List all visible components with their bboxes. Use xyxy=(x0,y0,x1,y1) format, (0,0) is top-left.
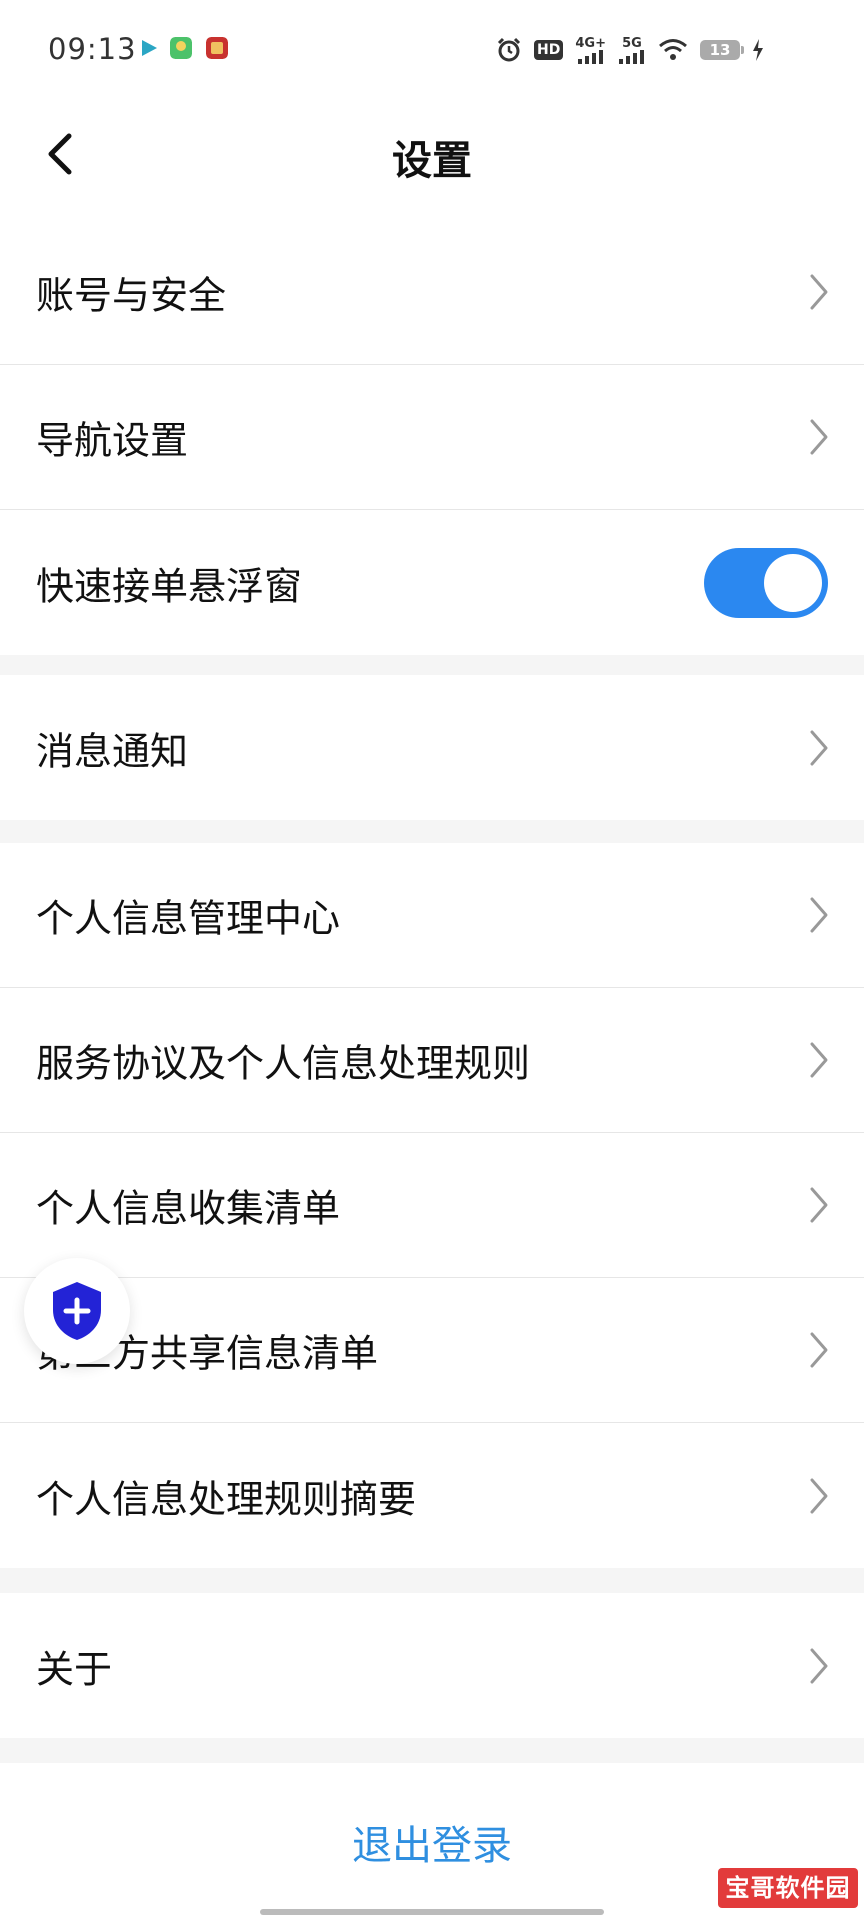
home-indicator[interactable] xyxy=(260,1909,604,1915)
sim1-signal: 4G+ xyxy=(575,37,606,64)
settings-row-navigation[interactable]: 导航设置 xyxy=(0,365,864,510)
row-label: 消息通知 xyxy=(36,729,189,773)
row-label: 个人信息处理规则摘要 xyxy=(36,1477,417,1521)
alarm-icon xyxy=(497,37,521,62)
status-time: 09:13 xyxy=(48,32,137,66)
settings-row-third-party-sharing[interactable]: 第三方共享信息清单 xyxy=(0,1278,864,1423)
wifi-icon xyxy=(659,39,687,60)
app-icon xyxy=(206,37,228,59)
chevron-right-icon xyxy=(810,419,828,455)
page-title: 设置 xyxy=(392,138,472,184)
row-label: 服务协议及个人信息处理规则 xyxy=(36,1041,531,1086)
settings-row-info-collection-list[interactable]: 个人信息收集清单 xyxy=(0,1133,864,1278)
shield-plus-icon xyxy=(53,1282,101,1340)
settings-group-privacy: 个人信息管理中心 服务协议及个人信息处理规则 个人信息收集清单 第三方共享信息清… xyxy=(0,843,864,1568)
sim2-signal: 5G xyxy=(618,37,646,64)
logout-button[interactable]: 退出登录 xyxy=(0,1813,864,1871)
sim2-network-label: 5G xyxy=(622,35,642,51)
settings-row-privacy-center[interactable]: 个人信息管理中心 xyxy=(0,843,864,988)
sim1-network-label: 4G+ xyxy=(575,35,606,51)
settings-group-account: 账号与安全 导航设置 快速接单悬浮窗 xyxy=(0,220,864,655)
chevron-right-icon xyxy=(810,1478,828,1513)
status-icons: HD 4G+ 5G 13 xyxy=(496,34,764,66)
chevron-right-icon xyxy=(810,897,828,933)
row-label: 个人信息管理中心 xyxy=(36,896,341,941)
watermark-badge: 宝哥软件园 xyxy=(718,1868,858,1908)
chevron-right-icon xyxy=(810,1332,828,1368)
header: 设置 xyxy=(0,100,864,220)
row-label: 关于 xyxy=(36,1647,113,1691)
battery-icon: 13 xyxy=(700,40,744,60)
hd-badge: HD xyxy=(534,40,564,60)
signal-icon xyxy=(577,49,603,64)
charging-icon xyxy=(753,39,763,61)
settings-row-quick-order-float: 快速接单悬浮窗 xyxy=(0,510,864,655)
row-label: 导航设置 xyxy=(36,418,189,463)
row-label: 快速接单悬浮窗 xyxy=(36,564,303,608)
floating-shield-button[interactable] xyxy=(24,1258,130,1364)
settings-group-about: 关于 xyxy=(0,1593,864,1738)
chevron-right-icon xyxy=(810,730,828,765)
settings-row-account-security[interactable]: 账号与安全 xyxy=(0,220,864,365)
app-icon xyxy=(170,37,192,59)
settings-group-notifications: 消息通知 xyxy=(0,675,864,820)
play-icon xyxy=(142,40,157,56)
settings-row-rules-summary[interactable]: 个人信息处理规则摘要 xyxy=(0,1423,864,1568)
settings-row-message-notification[interactable]: 消息通知 xyxy=(0,675,864,820)
status-bar: 09:13 HD 4G+ 5G 13 xyxy=(0,0,864,100)
chevron-right-icon xyxy=(810,1187,828,1223)
settings-row-service-agreement[interactable]: 服务协议及个人信息处理规则 xyxy=(0,988,864,1133)
chevron-right-icon xyxy=(810,1648,828,1683)
row-label: 账号与安全 xyxy=(36,273,227,318)
quick-order-toggle[interactable] xyxy=(704,547,828,618)
signal-icon xyxy=(619,49,644,64)
row-label: 个人信息收集清单 xyxy=(36,1186,341,1231)
settings-row-about[interactable]: 关于 xyxy=(0,1593,864,1738)
chevron-right-icon xyxy=(810,274,828,310)
chevron-right-icon xyxy=(810,1042,828,1078)
toggle-knob xyxy=(764,553,822,612)
